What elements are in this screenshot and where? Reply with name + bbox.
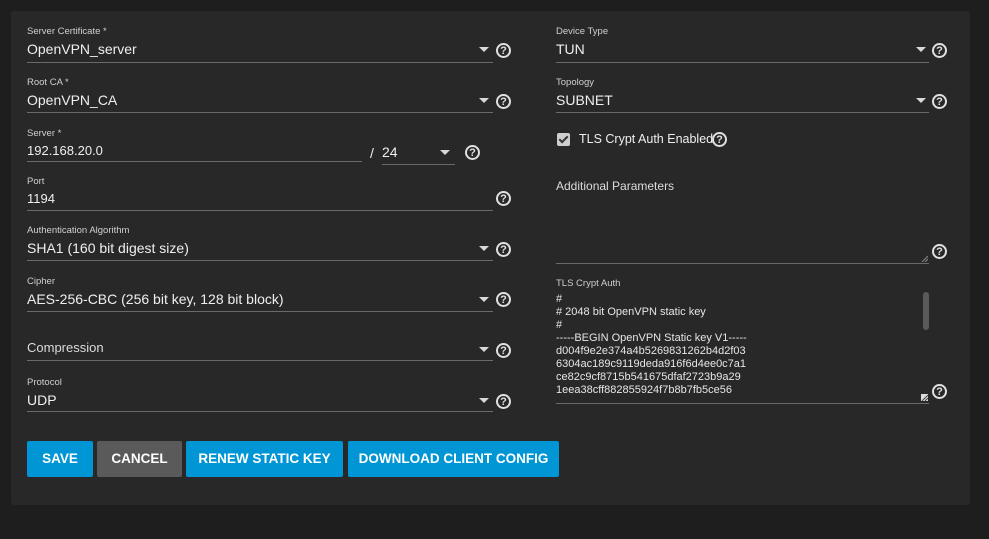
compression-select[interactable]: Compression	[27, 340, 104, 355]
help-circle-icon[interactable]: ?	[496, 191, 511, 206]
tls-crypt-auth-scrollbar[interactable]	[923, 292, 929, 330]
dropdown-caret-icon[interactable]	[479, 246, 489, 251]
protocol-underline	[27, 411, 493, 412]
netmask-select[interactable]: 24	[382, 144, 398, 160]
help-circle-icon[interactable]: ?	[496, 94, 511, 109]
help-circle-icon[interactable]: ?	[496, 242, 511, 257]
compression-underline	[27, 360, 493, 361]
port-underline	[27, 210, 493, 211]
download-client-config-button[interactable]: DOWNLOAD CLIENT CONFIG	[348, 441, 559, 477]
renew-static-key-button[interactable]: RENEW STATIC KEY	[186, 441, 343, 477]
dropdown-caret-icon[interactable]	[916, 98, 926, 103]
server-input[interactable]: 192.168.20.0	[27, 143, 103, 158]
device-type-underline	[556, 62, 929, 63]
help-circle-icon[interactable]: ?	[496, 394, 511, 409]
dropdown-caret-icon[interactable]	[479, 398, 489, 403]
help-circle-icon[interactable]: ?	[496, 43, 511, 58]
protocol-label: Protocol	[27, 377, 62, 388]
port-label: Port	[27, 176, 45, 187]
help-circle-icon[interactable]: ?	[496, 292, 511, 307]
server-certificate-underline	[27, 62, 493, 63]
tls-crypt-auth-textarea[interactable]: # # 2048 bit OpenVPN static key # -----B…	[556, 293, 918, 399]
tls-crypt-auth-underline	[556, 403, 929, 404]
port-input[interactable]: 1194	[27, 191, 55, 206]
dropdown-caret-icon[interactable]	[479, 297, 489, 302]
save-button[interactable]: SAVE	[27, 441, 93, 477]
server-certificate-select[interactable]: OpenVPN_server	[27, 41, 137, 57]
dropdown-caret-icon[interactable]	[479, 347, 489, 352]
server-label: Server *	[27, 128, 62, 139]
dropdown-caret-icon[interactable]	[916, 47, 926, 52]
dropdown-caret-icon[interactable]	[479, 98, 489, 103]
additional-parameters-textarea[interactable]	[556, 196, 929, 256]
server-slash: /	[370, 145, 374, 161]
topology-underline	[556, 112, 929, 113]
help-circle-icon[interactable]: ?	[496, 343, 511, 358]
tls-crypt-auth-enabled-label: TLS Crypt Auth Enabled	[579, 132, 714, 146]
device-type-label: Device Type	[556, 26, 609, 37]
additional-parameters-label: Additional Parameters	[556, 179, 675, 193]
auth-algorithm-label: Authentication Algorithm	[27, 225, 130, 236]
tls-crypt-auth-enabled-checkbox[interactable]	[557, 133, 570, 146]
help-circle-icon[interactable]: ?	[932, 244, 947, 259]
help-circle-icon[interactable]: ?	[932, 43, 947, 58]
resize-handle-icon[interactable]	[921, 394, 928, 401]
root-ca-label: Root CA *	[27, 77, 69, 88]
tls-crypt-auth-label: TLS Crypt Auth	[556, 278, 621, 289]
cipher-underline	[27, 311, 493, 312]
device-type-select[interactable]: TUN	[556, 41, 585, 57]
auth-algorithm-select[interactable]: SHA1 (160 bit digest size)	[27, 240, 189, 256]
server-underline	[27, 161, 362, 162]
cipher-select[interactable]: AES-256-CBC (256 bit key, 128 bit block)	[27, 291, 284, 307]
topology-select[interactable]: SUBNET	[556, 92, 613, 108]
additional-parameters-underline	[556, 263, 929, 264]
form-card	[11, 11, 970, 505]
server-certificate-label: Server Certificate *	[27, 26, 107, 37]
netmask-underline	[382, 164, 455, 165]
help-circle-icon[interactable]: ?	[932, 384, 947, 399]
root-ca-select[interactable]: OpenVPN_CA	[27, 92, 117, 108]
topology-label: Topology	[556, 77, 595, 88]
auth-algorithm-underline	[27, 260, 493, 261]
help-circle-icon[interactable]: ?	[712, 132, 727, 147]
help-circle-icon[interactable]: ?	[932, 94, 947, 109]
root-ca-underline	[27, 112, 493, 113]
help-circle-icon[interactable]: ?	[465, 145, 480, 160]
cancel-button[interactable]: CANCEL	[97, 441, 182, 477]
dropdown-caret-icon[interactable]	[440, 150, 450, 155]
dropdown-caret-icon[interactable]	[479, 47, 489, 52]
cipher-label: Cipher	[27, 276, 55, 287]
resize-handle-icon[interactable]	[921, 255, 928, 262]
protocol-select[interactable]: UDP	[27, 392, 57, 408]
